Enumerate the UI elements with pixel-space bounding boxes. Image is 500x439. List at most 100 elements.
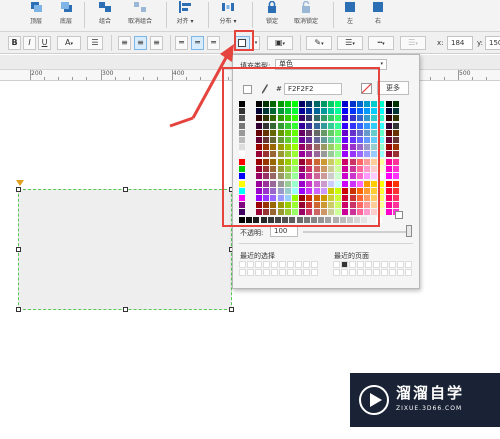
- color-swatch[interactable]: [392, 159, 399, 165]
- recent-swatch[interactable]: [247, 269, 254, 276]
- opacity-slider-track[interactable]: [303, 231, 407, 233]
- color-swatch[interactable]: [385, 122, 392, 129]
- color-swatch[interactable]: [385, 151, 392, 158]
- recent-swatch[interactable]: [349, 269, 356, 276]
- color-swatch[interactable]: [392, 115, 399, 122]
- recent-swatch[interactable]: [381, 261, 388, 268]
- recent-swatch[interactable]: [303, 261, 310, 268]
- align-center-button[interactable]: ≡: [134, 36, 147, 50]
- color-swatch[interactable]: [385, 195, 392, 201]
- recent-swatch[interactable]: [389, 261, 396, 268]
- line-style-button[interactable]: ┅▾: [368, 36, 394, 50]
- bring-to-front-button[interactable]: 顶层: [25, 1, 47, 25]
- color-swatch[interactable]: [392, 173, 399, 180]
- color-swatch[interactable]: [385, 209, 392, 216]
- y-input[interactable]: 150: [485, 36, 500, 50]
- recent-swatch[interactable]: [279, 269, 286, 276]
- color-swatch[interactable]: [385, 108, 392, 115]
- italic-button[interactable]: I: [23, 36, 36, 50]
- color-swatch[interactable]: [385, 144, 392, 151]
- recent-swatch[interactable]: [255, 261, 262, 268]
- recent-swatch[interactable]: [263, 269, 270, 276]
- resize-handle-sw[interactable]: [16, 307, 21, 312]
- recent-swatch[interactable]: [311, 261, 318, 268]
- align-left-button[interactable]: ≡: [118, 36, 131, 50]
- recent-swatch[interactable]: [239, 269, 246, 276]
- left-button[interactable]: 左: [342, 1, 358, 25]
- recent-swatch[interactable]: [365, 261, 372, 268]
- color-swatch[interactable]: [385, 159, 392, 165]
- recent-swatch[interactable]: [373, 269, 380, 276]
- color-swatch[interactable]: [392, 195, 399, 201]
- resize-handle-w[interactable]: [16, 247, 21, 252]
- recent-swatch[interactable]: [381, 269, 388, 276]
- recent-swatch[interactable]: [271, 261, 278, 268]
- color-swatch[interactable]: [392, 122, 399, 129]
- opacity-input[interactable]: 100: [270, 226, 298, 237]
- recent-swatch[interactable]: [333, 269, 340, 276]
- recent-swatch[interactable]: [279, 261, 286, 268]
- arrow-style-button[interactable]: ☰▾: [400, 36, 426, 50]
- color-swatch[interactable]: [385, 115, 392, 122]
- recent-swatch[interactable]: [341, 261, 348, 268]
- bullet-list-button[interactable]: ☰: [87, 36, 103, 50]
- recent-swatch[interactable]: [311, 269, 318, 276]
- recent-swatch[interactable]: [247, 261, 254, 268]
- color-swatch[interactable]: [385, 202, 392, 209]
- recent-swatch[interactable]: [255, 269, 262, 276]
- x-input[interactable]: 184: [447, 36, 473, 50]
- recent-swatch[interactable]: [271, 269, 278, 276]
- selected-rectangle-shape[interactable]: [18, 189, 232, 310]
- recent-swatch[interactable]: [287, 269, 294, 276]
- color-swatch[interactable]: [392, 108, 399, 115]
- recent-swatch[interactable]: [295, 269, 302, 276]
- opacity-slider-handle[interactable]: [406, 225, 412, 237]
- bold-button[interactable]: B: [8, 36, 21, 50]
- group-button[interactable]: 组合: [94, 1, 116, 25]
- rotation-handle[interactable]: [16, 180, 24, 186]
- line-weight-button[interactable]: ☰▾: [337, 36, 363, 50]
- recent-swatch[interactable]: [287, 261, 294, 268]
- resize-handle-s[interactable]: [123, 307, 128, 312]
- resize-handle-n[interactable]: [123, 187, 128, 192]
- align-dropdown[interactable]: 对齐 ▾: [172, 1, 198, 25]
- recent-swatch[interactable]: [295, 261, 302, 268]
- recent-swatch[interactable]: [303, 269, 310, 276]
- line-color-button[interactable]: ✎▾: [306, 36, 332, 50]
- recent-swatch[interactable]: [405, 261, 412, 268]
- recent-swatch[interactable]: [263, 261, 270, 268]
- resize-handle-se[interactable]: [229, 307, 234, 312]
- recent-swatch[interactable]: [373, 261, 380, 268]
- recent-swatch[interactable]: [357, 269, 364, 276]
- recent-selection-swatches[interactable]: [239, 261, 325, 279]
- text-color-button[interactable]: A▾: [57, 36, 81, 50]
- unlock-button[interactable]: 取消锁定: [288, 0, 324, 25]
- recent-swatch[interactable]: [357, 261, 364, 268]
- color-swatch[interactable]: [392, 180, 399, 187]
- color-swatch[interactable]: [385, 173, 392, 180]
- more-colors-button[interactable]: 更多: [377, 81, 409, 95]
- color-swatch[interactable]: [385, 180, 392, 187]
- shadow-button[interactable]: ▣▾: [267, 36, 293, 50]
- color-swatch[interactable]: [385, 101, 392, 107]
- color-swatch[interactable]: [392, 144, 399, 151]
- color-swatch[interactable]: [392, 137, 399, 143]
- recent-swatch[interactable]: [405, 269, 412, 276]
- color-swatch[interactable]: [385, 129, 392, 136]
- recent-swatch[interactable]: [349, 261, 356, 268]
- distribute-dropdown[interactable]: 分布 ▾: [215, 1, 241, 25]
- resize-handle-nw[interactable]: [16, 187, 21, 192]
- color-swatch[interactable]: [392, 166, 399, 173]
- recent-swatch[interactable]: [397, 261, 404, 268]
- recent-swatch[interactable]: [397, 269, 404, 276]
- color-swatch[interactable]: [392, 101, 399, 107]
- white-swatch[interactable]: [395, 211, 403, 219]
- color-swatch[interactable]: [392, 187, 399, 194]
- color-swatch[interactable]: [392, 202, 399, 209]
- recent-swatch[interactable]: [389, 269, 396, 276]
- color-swatch[interactable]: [385, 166, 392, 173]
- color-swatch[interactable]: [392, 129, 399, 136]
- recent-page-swatches[interactable]: [333, 261, 413, 279]
- send-to-back-button[interactable]: 底层: [55, 1, 77, 25]
- lock-button[interactable]: 锁定: [261, 0, 283, 25]
